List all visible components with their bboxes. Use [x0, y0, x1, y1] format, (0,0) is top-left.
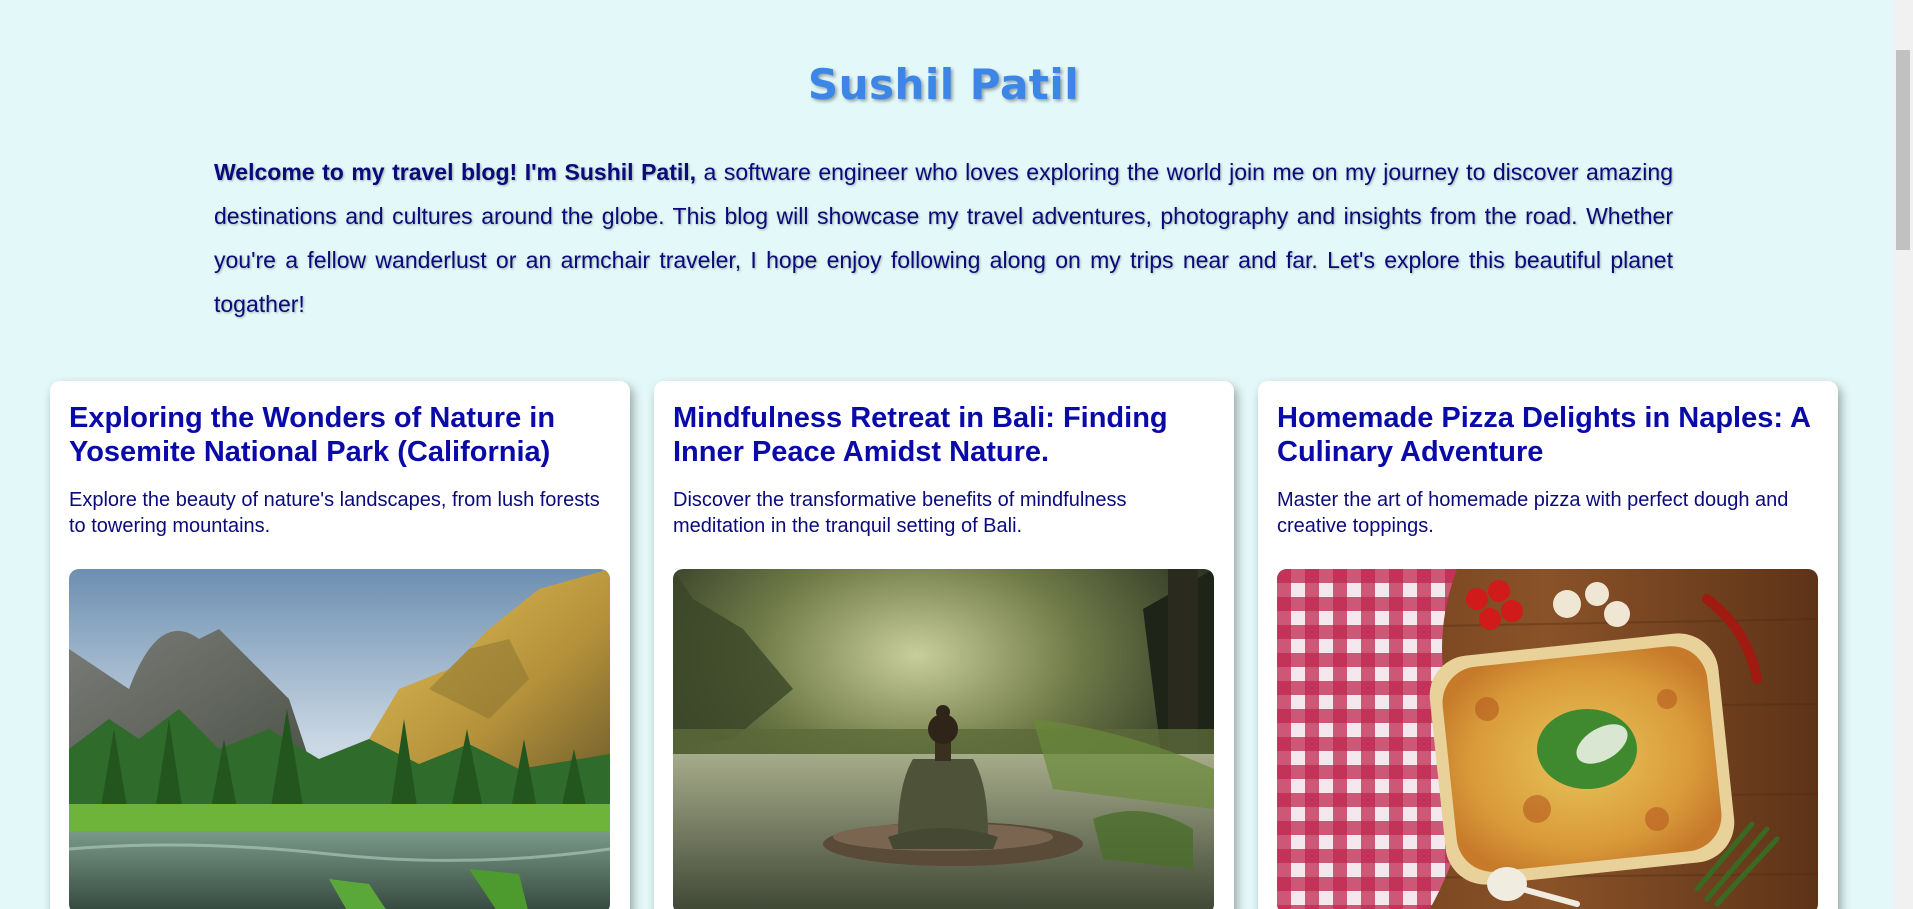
scrollbar-thumb[interactable]	[1896, 50, 1910, 250]
pizza-photo[interactable]	[1277, 569, 1818, 909]
vertical-scrollbar[interactable]	[1893, 0, 1913, 909]
card-title[interactable]: Mindfulness Retreat in Bali: Finding Inn…	[673, 401, 1215, 469]
blog-cards: Exploring the Wonders of Nature in Yosem…	[50, 381, 1838, 909]
intro-bold-text: Welcome to my travel blog! I'm Sushil Pa…	[214, 159, 697, 185]
intro-paragraph: Welcome to my travel blog! I'm Sushil Pa…	[214, 150, 1673, 326]
blog-card-yosemite[interactable]: Exploring the Wonders of Nature in Yosem…	[50, 381, 630, 909]
page: Sushil Patil Welcome to my travel blog! …	[0, 0, 1893, 909]
card-description: Master the art of homemade pizza with pe…	[1277, 489, 1789, 537]
card-description: Discover the transformative benefits of …	[673, 489, 1127, 537]
blog-card-naples[interactable]: Homemade Pizza Delights in Naples: A Cul…	[1258, 381, 1838, 909]
card-title[interactable]: Homemade Pizza Delights in Naples: A Cul…	[1277, 401, 1819, 469]
card-title[interactable]: Exploring the Wonders of Nature in Yosem…	[69, 401, 611, 469]
blog-card-bali[interactable]: Mindfulness Retreat in Bali: Finding Inn…	[654, 381, 1234, 909]
yosemite-photo[interactable]	[69, 569, 610, 909]
card-description: Explore the beauty of nature's landscape…	[69, 489, 600, 537]
meditation-photo[interactable]	[673, 569, 1214, 909]
site-title: Sushil Patil	[807, 60, 1080, 109]
